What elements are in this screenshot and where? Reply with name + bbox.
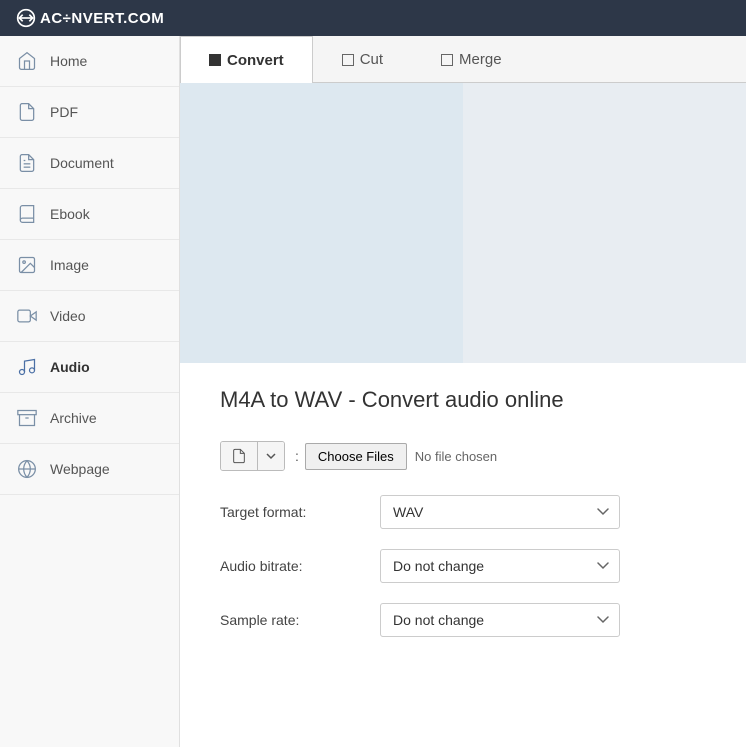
document-icon xyxy=(16,152,38,174)
audio-icon xyxy=(16,356,38,378)
sample-rate-select[interactable]: Do not change 8000 Hz 11025 Hz 22050 Hz … xyxy=(380,603,620,637)
sidebar-label-ebook: Ebook xyxy=(50,206,90,222)
sidebar-item-document[interactable]: Document xyxy=(0,138,179,189)
sidebar-item-webpage[interactable]: Webpage xyxy=(0,444,179,495)
header-logo-text: AC÷NVERT.COM xyxy=(40,10,164,27)
sidebar-label-document: Document xyxy=(50,155,114,171)
sidebar: Home PDF Document Ebook Image xyxy=(0,36,180,747)
audio-bitrate-label: Audio bitrate: xyxy=(220,558,380,574)
tab-merge[interactable]: Merge xyxy=(412,36,531,82)
sidebar-item-ebook[interactable]: Ebook xyxy=(0,189,179,240)
sidebar-item-audio[interactable]: Audio xyxy=(0,342,179,393)
convert-tab-icon xyxy=(209,54,221,66)
webpage-icon xyxy=(16,458,38,480)
sidebar-item-home[interactable]: Home xyxy=(0,36,179,87)
sample-rate-label: Sample rate: xyxy=(220,612,380,628)
audio-bitrate-row: Audio bitrate: Do not change 64 kbps 128… xyxy=(220,549,706,583)
tab-convert-label: Convert xyxy=(227,52,284,69)
sidebar-item-video[interactable]: Video xyxy=(0,291,179,342)
tab-bar: Convert Cut Merge xyxy=(180,36,746,83)
sidebar-label-pdf: PDF xyxy=(50,104,78,120)
image-icon xyxy=(16,254,38,276)
content-area: Convert Cut Merge M4A to WAV - Convert a… xyxy=(180,36,746,747)
sidebar-label-home: Home xyxy=(50,53,87,69)
target-format-label: Target format: xyxy=(220,504,380,520)
logo-icon xyxy=(16,8,36,28)
tab-merge-label: Merge xyxy=(459,51,502,68)
header: AC÷NVERT.COM xyxy=(0,0,746,36)
file-colon: : xyxy=(295,448,299,464)
choose-files-button[interactable]: Choose Files xyxy=(305,443,407,470)
video-icon xyxy=(16,305,38,327)
file-icon xyxy=(231,448,247,464)
target-format-row: Target format: WAV MP3 AAC OGG FLAC M4A … xyxy=(220,495,706,529)
cut-tab-icon xyxy=(342,54,354,66)
file-dropdown-button[interactable] xyxy=(258,442,284,470)
sample-rate-row: Sample rate: Do not change 8000 Hz 11025… xyxy=(220,603,706,637)
sidebar-label-webpage: Webpage xyxy=(50,461,110,477)
pdf-icon xyxy=(16,101,38,123)
sidebar-label-archive: Archive xyxy=(50,410,97,426)
tab-convert[interactable]: Convert xyxy=(180,36,313,83)
drop-zone-left[interactable] xyxy=(180,83,463,363)
tab-cut[interactable]: Cut xyxy=(313,36,412,82)
archive-icon xyxy=(16,407,38,429)
drop-banner xyxy=(180,83,746,363)
merge-tab-icon xyxy=(441,54,453,66)
dropdown-arrow-icon xyxy=(266,451,276,461)
page-body: M4A to WAV - Convert audio online xyxy=(180,363,746,681)
ebook-icon xyxy=(16,203,38,225)
page-title: M4A to WAV - Convert audio online xyxy=(220,387,706,413)
sidebar-label-video: Video xyxy=(50,308,86,324)
target-format-select[interactable]: WAV MP3 AAC OGG FLAC M4A WMA AIFF xyxy=(380,495,620,529)
tab-cut-label: Cut xyxy=(360,51,383,68)
file-input-row: : Choose Files No file chosen xyxy=(220,441,706,471)
file-button-group xyxy=(220,441,285,471)
sidebar-label-image: Image xyxy=(50,257,89,273)
drop-zone-right[interactable] xyxy=(463,83,746,363)
audio-bitrate-select[interactable]: Do not change 64 kbps 128 kbps 192 kbps … xyxy=(380,549,620,583)
sidebar-item-pdf[interactable]: PDF xyxy=(0,87,179,138)
no-file-text: No file chosen xyxy=(415,449,497,464)
sidebar-label-audio: Audio xyxy=(50,359,90,375)
file-icon-button[interactable] xyxy=(221,442,258,470)
main-layout: Home PDF Document Ebook Image xyxy=(0,36,746,747)
sidebar-item-archive[interactable]: Archive xyxy=(0,393,179,444)
sidebar-item-image[interactable]: Image xyxy=(0,240,179,291)
home-icon xyxy=(16,50,38,72)
